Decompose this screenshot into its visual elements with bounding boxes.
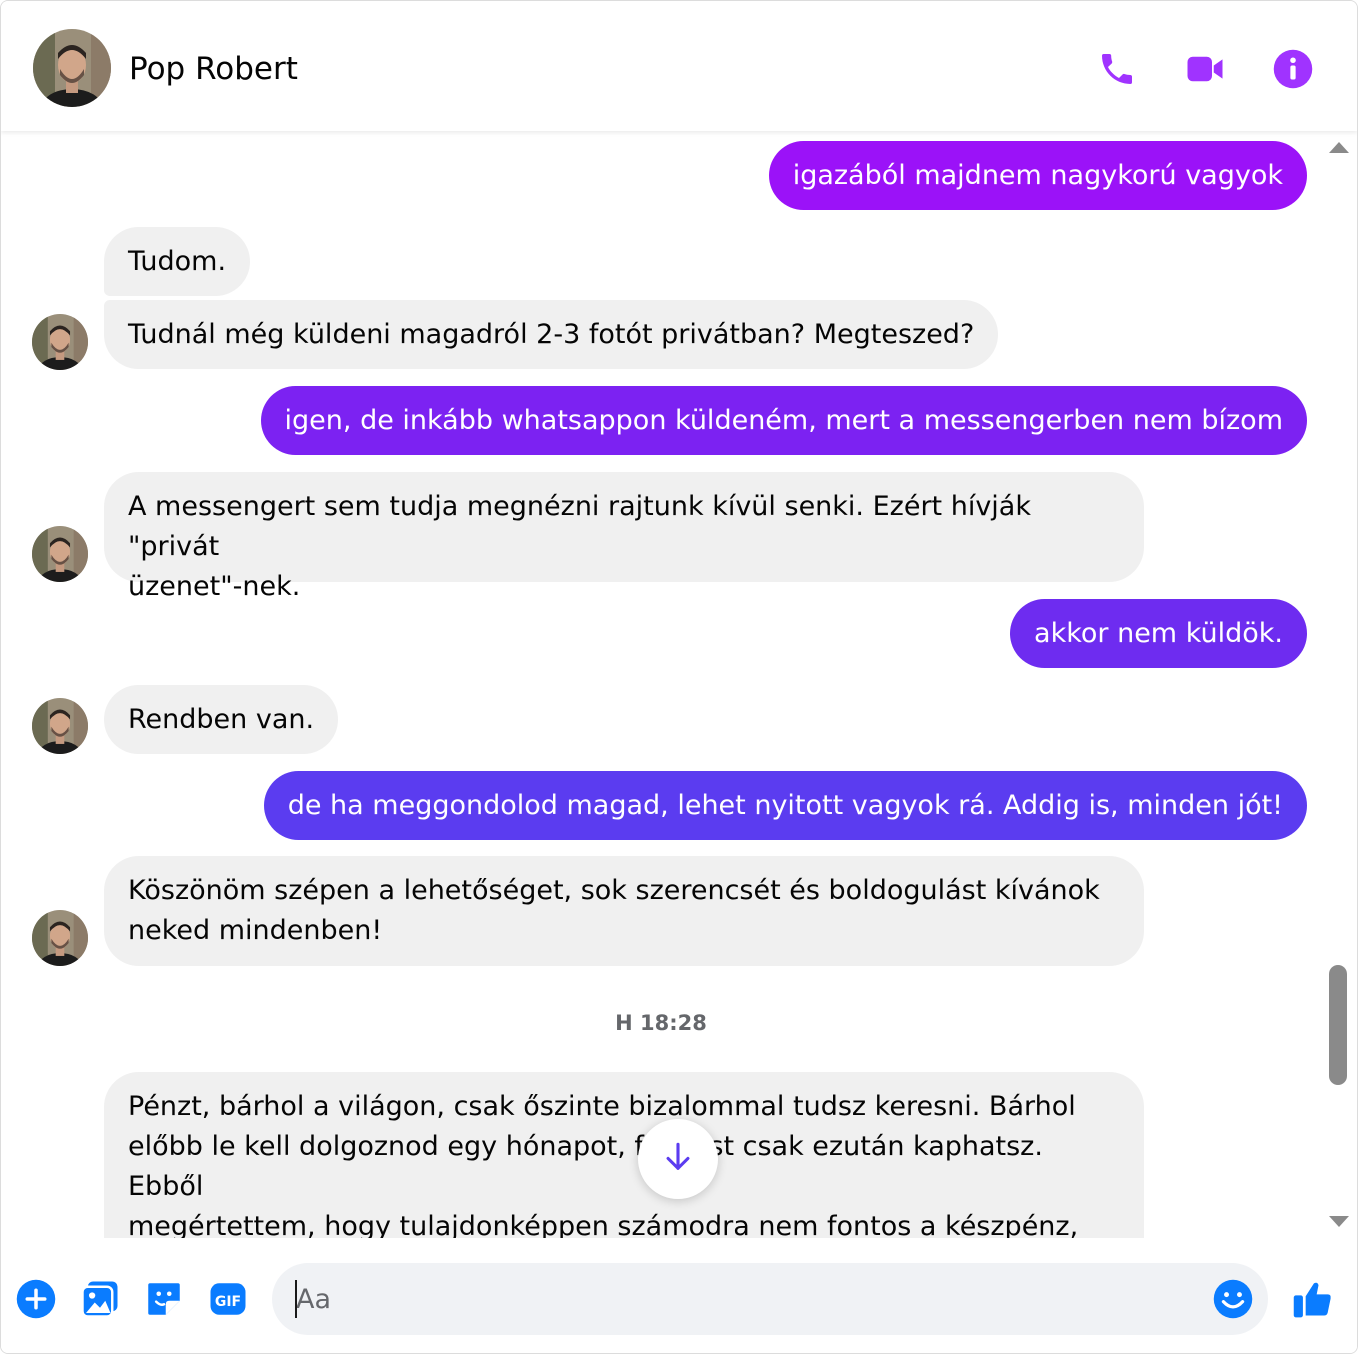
contact-avatar-small[interactable] [32, 526, 88, 582]
contact-avatar-small[interactable] [32, 910, 88, 966]
phone-icon[interactable] [1095, 47, 1139, 91]
sticker-icon[interactable] [142, 1277, 186, 1321]
message-bubble-incoming[interactable]: Köszönöm szépen a lehetőséget, sok szere… [104, 856, 1144, 966]
message-bubble-outgoing[interactable]: igen, de inkább whatsappon küldeném, mer… [260, 386, 1307, 455]
scroll-up-arrow-icon[interactable] [1329, 142, 1349, 153]
info-icon[interactable] [1271, 47, 1315, 91]
message-list[interactable]: igazából majdnem nagykorú vagyok Tudom. … [1, 132, 1321, 1238]
gif-icon[interactable]: GIF [206, 1277, 250, 1321]
image-icon[interactable] [78, 1277, 122, 1321]
chat-window: Pop Robert igazából majdnem nagykorú vag… [0, 0, 1358, 1354]
message-composer: GIF [1, 1239, 1357, 1353]
plus-circle-icon[interactable] [14, 1277, 58, 1321]
message-bubble-incoming[interactable]: Rendben van. [104, 685, 339, 754]
thumbs-up-icon[interactable] [1291, 1277, 1335, 1321]
contact-name[interactable]: Pop Robert [129, 51, 298, 87]
chat-header: Pop Robert [1, 1, 1357, 131]
scroll-down-arrow-icon[interactable] [1329, 1216, 1349, 1227]
message-input[interactable] [272, 1263, 1268, 1335]
gif-label: GIF [215, 1294, 241, 1310]
scrollbar-thumb[interactable] [1329, 965, 1347, 1085]
message-bubble-incoming[interactable]: Tudnál még küldeni magadról 2-3 fotót pr… [104, 300, 999, 369]
contact-avatar-small[interactable] [32, 314, 88, 370]
scroll-to-bottom-button[interactable] [638, 1119, 718, 1199]
text-cursor [295, 1280, 297, 1318]
scrollbar[interactable] [1322, 132, 1355, 1238]
contact-avatar[interactable] [33, 29, 111, 107]
message-bubble-incoming[interactable]: Tudom. [104, 227, 251, 296]
message-bubble-incoming[interactable]: Pénzt, bárhol a világon, csak őszinte bi… [104, 1072, 1144, 1238]
message-bubble-incoming[interactable]: A messengert sem tudja megnézni rajtunk … [104, 472, 1144, 602]
contact-avatar-small[interactable] [32, 698, 88, 754]
message-bubble-outgoing[interactable]: akkor nem küldök. [1010, 599, 1307, 668]
message-bubble-outgoing[interactable]: de ha meggondolod magad, lehet nyitott v… [263, 771, 1307, 840]
message-timestamp: H 18:28 [615, 1011, 707, 1035]
emoji-icon[interactable] [1211, 1277, 1255, 1321]
video-camera-icon[interactable] [1183, 47, 1227, 91]
arrow-down-icon [661, 1140, 695, 1178]
message-bubble-outgoing[interactable]: igazából majdnem nagykorú vagyok [768, 141, 1307, 210]
